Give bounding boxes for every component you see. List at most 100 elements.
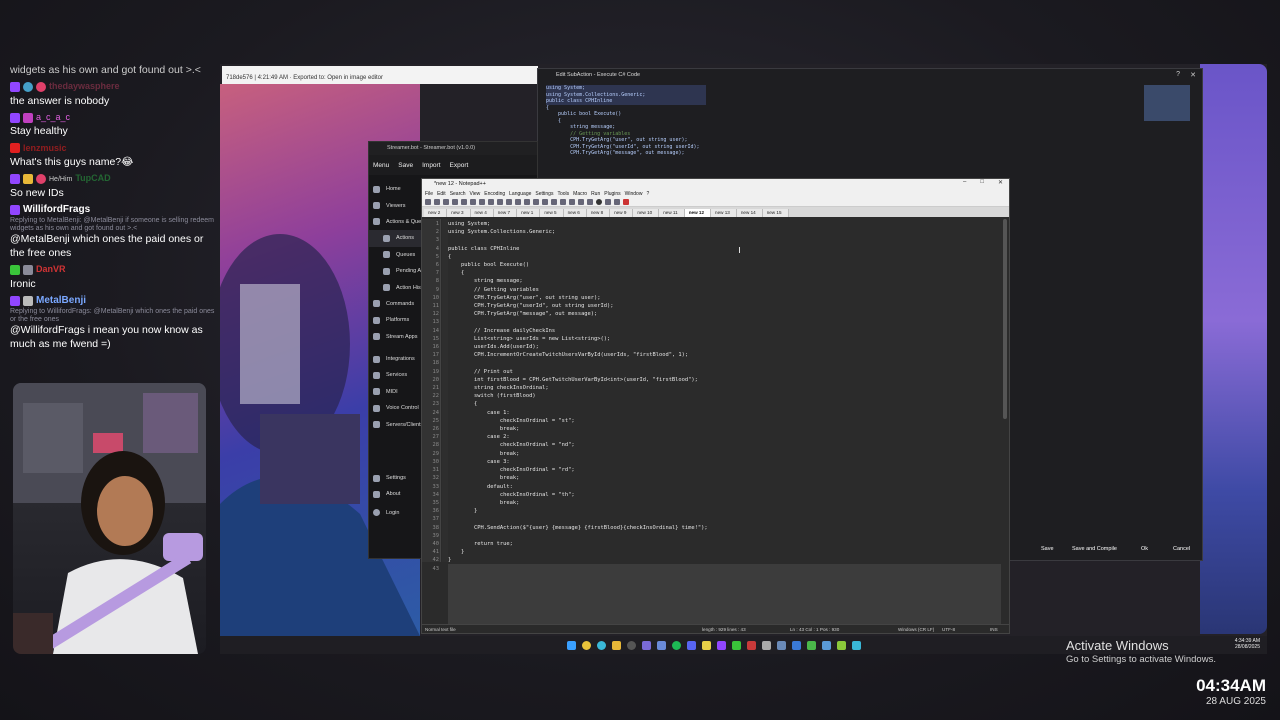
tab-new-3[interactable]: new 3: [447, 209, 471, 217]
app-icon[interactable]: [821, 640, 831, 650]
tab-new-6[interactable]: new 6: [563, 209, 587, 217]
show-all-chars-icon[interactable]: [578, 199, 584, 205]
app-icon[interactable]: [776, 640, 786, 650]
minimize-icon[interactable]: –: [963, 179, 966, 186]
vertical-scrollbar[interactable]: [1003, 219, 1007, 419]
code-editor[interactable]: 1 2 3 4 5 6 7 8 9 10 11 12 13 14 15 16 1…: [422, 219, 1009, 624]
twitch-icon[interactable]: [716, 640, 726, 650]
close-icon[interactable]: ✕: [1190, 71, 1196, 79]
app-icon[interactable]: [656, 640, 666, 650]
save-all-icon[interactable]: [452, 199, 458, 205]
indent-guide-icon[interactable]: [587, 199, 593, 205]
windows-start-icon[interactable]: [566, 640, 576, 650]
notepad-plus-plus-window[interactable]: *new 12 - Notepad++ – □ ✕ File Edit Sear…: [421, 178, 1010, 634]
mouse-cursor: [739, 247, 743, 253]
obs-icon[interactable]: [626, 640, 636, 650]
menu-window[interactable]: Window: [625, 191, 643, 197]
subaction-code-preview[interactable]: using System; using System.Collections.G…: [546, 85, 706, 157]
paste-icon[interactable]: [497, 199, 503, 205]
editor-empty-area[interactable]: [448, 564, 1001, 624]
app-icon[interactable]: [731, 640, 741, 650]
menu-file[interactable]: File: [425, 191, 433, 197]
app-icon[interactable]: [851, 640, 861, 650]
menu-language[interactable]: Language: [509, 191, 531, 197]
tab-new-2[interactable]: new 2: [424, 209, 448, 217]
tab-new-12[interactable]: new 12: [684, 209, 712, 217]
close-file-icon[interactable]: [461, 199, 467, 205]
copy-icon[interactable]: [488, 199, 494, 205]
tab-new-4[interactable]: new 4: [470, 209, 494, 217]
tab-new-15[interactable]: new 15: [762, 209, 789, 217]
replace-icon[interactable]: [533, 199, 539, 205]
menu-help[interactable]: ?: [646, 191, 649, 197]
menu-edit[interactable]: Edit: [437, 191, 446, 197]
menu-plugins[interactable]: Plugins: [604, 191, 620, 197]
ok-button[interactable]: Ok: [1141, 546, 1148, 552]
menu-search[interactable]: Search: [450, 191, 466, 197]
tab-new-1[interactable]: new 1: [517, 209, 541, 217]
code-text[interactable]: using System; using System.Collections.G…: [448, 220, 708, 565]
menu-run[interactable]: Run: [591, 191, 600, 197]
chrome-icon[interactable]: [581, 640, 591, 650]
close-icon[interactable]: ✕: [998, 179, 1003, 186]
find-icon[interactable]: [524, 199, 530, 205]
undo-icon[interactable]: [506, 199, 512, 205]
chat-message: He/Him TupCAD So new IDs: [10, 172, 215, 201]
new-file-icon[interactable]: [425, 199, 431, 205]
spellcheck-icon[interactable]: [623, 199, 629, 205]
menu-macro[interactable]: Macro: [573, 191, 587, 197]
notes-icon[interactable]: [701, 640, 711, 650]
help-icon[interactable]: ?: [1176, 71, 1180, 78]
tab-new-9[interactable]: new 9: [610, 209, 634, 217]
save-button[interactable]: Save: [1041, 546, 1054, 552]
window-title: *new 12 - Notepad++: [434, 181, 486, 187]
tab-new-10[interactable]: new 10: [633, 209, 660, 217]
word-wrap-icon[interactable]: [569, 199, 575, 205]
menu-view[interactable]: View: [470, 191, 481, 197]
menu-settings[interactable]: Settings: [535, 191, 553, 197]
app-icon[interactable]: [806, 640, 816, 650]
discord-icon[interactable]: [686, 640, 696, 650]
app-icon[interactable]: [746, 640, 756, 650]
terminal-icon: [373, 300, 380, 308]
app-icon[interactable]: [791, 640, 801, 650]
zoom-in-icon[interactable]: [542, 199, 548, 205]
cut-icon[interactable]: [479, 199, 485, 205]
image-editor-window[interactable]: 718de576 | 4:21:49 AM · Exported to: Ope…: [222, 66, 538, 84]
file-explorer-icon[interactable]: [611, 640, 621, 650]
save-icon[interactable]: [443, 199, 449, 205]
redo-icon[interactable]: [515, 199, 521, 205]
save-button[interactable]: Save: [398, 162, 413, 169]
import-button[interactable]: Import: [422, 162, 440, 169]
tab-new-7[interactable]: new 7: [493, 209, 518, 217]
app-icon[interactable]: [761, 640, 771, 650]
open-file-icon[interactable]: [434, 199, 440, 205]
export-button[interactable]: Export: [450, 162, 469, 169]
cancel-button[interactable]: Cancel: [1173, 546, 1190, 552]
menu-button[interactable]: Menu: [373, 162, 389, 169]
sync-scroll-icon[interactable]: [560, 199, 566, 205]
chat-username: thedaywasphere: [49, 81, 120, 92]
services-icon: [373, 371, 380, 379]
record-macro-icon[interactable]: [596, 199, 602, 205]
tab-new-13[interactable]: new 13: [711, 209, 737, 217]
image-editor-caption: 718de576 | 4:21:49 AM · Exported to: Ope…: [226, 75, 383, 81]
tab-new-14[interactable]: new 14: [736, 209, 763, 217]
zoom-out-icon[interactable]: [551, 199, 557, 205]
menu-encoding[interactable]: Encoding: [484, 191, 505, 197]
tab-new-8[interactable]: new 8: [586, 209, 611, 217]
chat-username: lenzmusic: [23, 142, 67, 153]
tab-new-5[interactable]: new 5: [540, 209, 564, 217]
spotify-icon[interactable]: [671, 640, 681, 650]
menu-tools[interactable]: Tools: [557, 191, 569, 197]
maximize-icon[interactable]: □: [980, 179, 984, 186]
app-icon[interactable]: [641, 640, 651, 650]
stop-macro-icon[interactable]: [605, 199, 611, 205]
play-macro-icon[interactable]: [614, 199, 620, 205]
print-icon[interactable]: [470, 199, 476, 205]
save-and-compile-button[interactable]: Save and Compile: [1072, 546, 1117, 552]
chat-username: MetalBenji: [36, 295, 87, 307]
tab-new-11[interactable]: new 11: [659, 209, 685, 217]
notepad-plus-plus-icon[interactable]: [836, 640, 846, 650]
edge-icon[interactable]: [596, 640, 606, 650]
